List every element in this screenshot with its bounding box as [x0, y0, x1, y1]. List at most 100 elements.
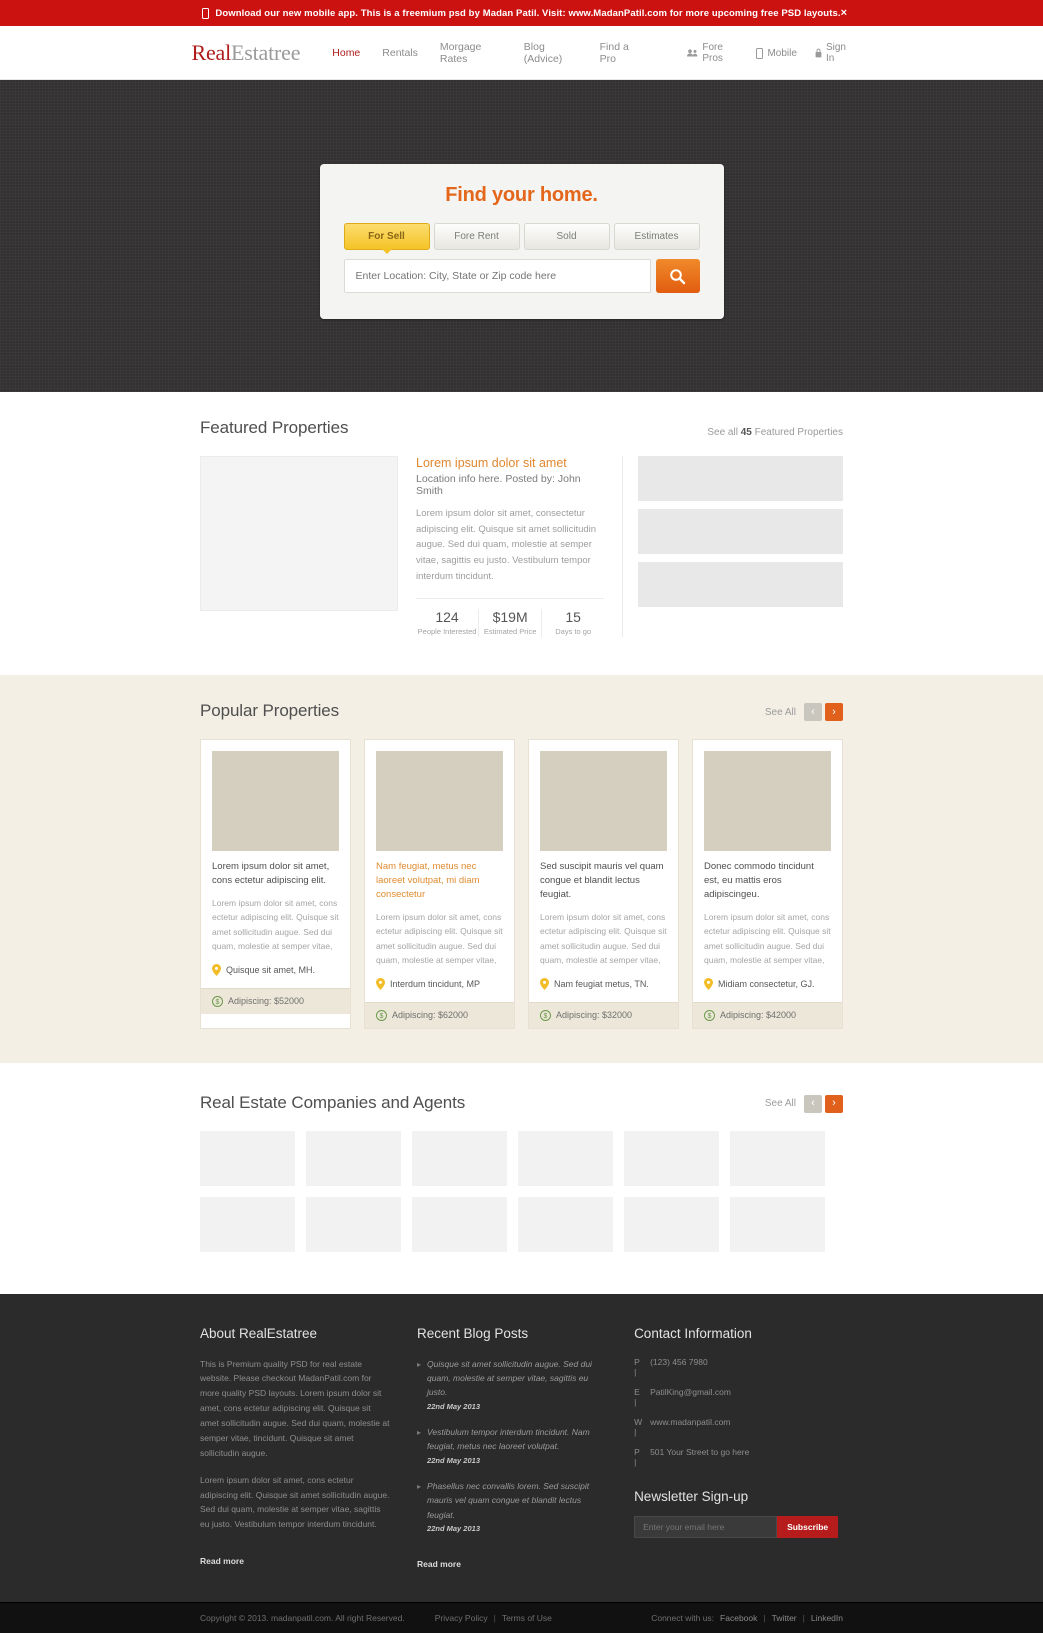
footer-contact-title: Contact Information [634, 1325, 752, 1341]
bullet-icon: ▸ [417, 1359, 422, 1369]
utility-navigation: Fore Pros Mobile Sign In [687, 42, 851, 64]
footer-about-title: About RealEstatree [200, 1325, 318, 1341]
nav-item-rentals[interactable]: Rentals [382, 47, 418, 59]
contact-row-phone: P | (123) 456 7980 [634, 1357, 843, 1377]
company-logo[interactable] [624, 1130, 719, 1186]
nav-item-mobile[interactable]: Mobile [756, 47, 797, 59]
nav-item-sign-in[interactable]: Sign In [815, 42, 852, 64]
linkedin-link[interactable]: LinkedIn [811, 1613, 843, 1623]
company-logo[interactable] [306, 1196, 401, 1252]
property-card-title: Sed suscipit mauris vel quam congue et b… [540, 861, 664, 901]
property-card-title: Lorem ipsum dolor sit amet, cons ectetur… [212, 861, 330, 887]
property-card[interactable]: Nam feugiat, metus nec laoreet volutpat,… [364, 739, 515, 1029]
svg-text:$: $ [216, 999, 220, 1006]
property-card-price-label: Adipiscing: $52000 [228, 996, 305, 1007]
dollar-coin-icon: $ [376, 1009, 387, 1021]
property-card-price-label: Adipiscing: $32000 [556, 1010, 633, 1021]
property-card-description: Lorem ipsum dolor sit amet, cons ectetur… [704, 911, 831, 966]
blog-post-item[interactable]: ▸ Quisque sit amet sollicitudin augue. S… [417, 1357, 608, 1411]
nav-item-find-a-pro[interactable]: Find a Pro [600, 41, 642, 65]
chevron-left-icon[interactable]: ‹ [804, 1094, 822, 1113]
privacy-policy-link[interactable]: Privacy Policy [435, 1613, 488, 1623]
featured-thumbnail[interactable] [638, 456, 843, 501]
featured-thumbnail[interactable] [638, 562, 843, 607]
bullet-icon: ▸ [417, 1481, 422, 1491]
close-icon[interactable]: × [841, 7, 847, 19]
search-input[interactable] [343, 259, 651, 293]
footer-blog-column: Recent Blog Posts ▸ Quisque sit amet sol… [417, 1326, 634, 1573]
see-all-featured-link[interactable]: See all 45 Featured Properties [707, 427, 843, 438]
copyright-text: Copyright © 2013. madanpatil.com. All ri… [200, 1613, 405, 1624]
see-all-popular-link[interactable]: See All [765, 707, 796, 718]
terms-of-use-link[interactable]: Terms of Use [502, 1613, 552, 1623]
company-logo[interactable] [518, 1130, 613, 1186]
chevron-left-icon[interactable]: ‹ [804, 703, 822, 722]
property-card[interactable]: Sed suscipit mauris vel quam congue et b… [528, 739, 679, 1029]
stat-value: 15 [565, 609, 581, 626]
mobile-icon [756, 47, 764, 59]
property-card-location-label: Interdum tincidunt, MP [390, 978, 481, 989]
svg-text:$: $ [380, 1013, 384, 1020]
footer-contact-column: Contact Information P | (123) 456 7980 E… [634, 1326, 843, 1573]
twitter-link[interactable]: Twitter [772, 1613, 797, 1623]
property-card[interactable]: Lorem ipsum dolor sit amet, cons ectetur… [200, 739, 351, 1029]
company-logo[interactable] [730, 1196, 825, 1252]
company-logo[interactable] [306, 1130, 401, 1186]
tab-for-sell[interactable]: For Sell [343, 223, 430, 254]
site-logo[interactable]: RealEstatree [192, 40, 301, 66]
search-submit-button[interactable] [655, 259, 700, 293]
stat-estimated-price: $19M Estimated Price [479, 609, 543, 638]
company-logo[interactable] [518, 1196, 613, 1252]
svg-text:$: $ [708, 1013, 712, 1020]
nav-item-home[interactable]: Home [332, 47, 360, 59]
chevron-right-icon[interactable]: › [825, 703, 843, 722]
featured-property-subtitle: Location info here. Posted by: John Smit… [416, 473, 581, 497]
see-all-prefix: See all [707, 427, 741, 438]
map-pin-icon [212, 963, 221, 976]
property-card-description: Lorem ipsum dolor sit amet, cons ectetur… [376, 911, 503, 966]
nav-item-fore-pros-label: Fore Pros [702, 42, 723, 64]
blog-post-item[interactable]: ▸ Phasellus nec convallis lorem. Sed sus… [417, 1479, 608, 1533]
companies-agents-section: Real Estate Companies and Agents See All… [0, 1063, 1043, 1294]
popular-properties-section: Popular Properties See All ‹ › Lorem ips… [0, 675, 1043, 1063]
featured-property-image[interactable] [200, 456, 399, 611]
blog-post-item[interactable]: ▸ Vestibulum tempor interdum tincidunt. … [417, 1425, 608, 1465]
tab-estimates[interactable]: Estimates [613, 223, 700, 250]
facebook-link[interactable]: Facebook [720, 1613, 757, 1623]
featured-property-title[interactable]: Lorem ipsum dolor sit amet [416, 456, 604, 470]
property-card-image [212, 751, 339, 852]
stat-value: $19M [492, 609, 528, 626]
newsletter-email-input[interactable] [634, 1515, 778, 1538]
property-card-location: Nam feugiat metus, TN. [540, 977, 667, 990]
property-card[interactable]: Donec commodo tincidunt est, eu mattis e… [692, 739, 843, 1029]
featured-property-description: Lorem ipsum dolor sit amet, consectetur … [416, 508, 597, 582]
featured-properties-section: Featured Properties See all 45 Featured … [0, 392, 1043, 667]
chevron-right-icon[interactable]: › [825, 1094, 843, 1113]
company-logo[interactable] [200, 1196, 295, 1252]
property-card-price: $ Adipiscing: $62000 [365, 1001, 514, 1028]
property-card-image [540, 751, 667, 852]
contact-key: P | [634, 1356, 640, 1377]
company-logo[interactable] [730, 1130, 825, 1186]
search-icon [669, 268, 686, 285]
nav-item-blog[interactable]: Blog (Advice) [524, 41, 578, 65]
featured-thumbnail[interactable] [638, 509, 843, 554]
company-logo[interactable] [412, 1130, 507, 1186]
contact-key: E | [634, 1386, 640, 1407]
company-logo[interactable] [624, 1196, 719, 1252]
popular-section-title: Popular Properties [200, 701, 339, 721]
company-logo[interactable] [412, 1196, 507, 1252]
dollar-coin-icon: $ [212, 995, 223, 1007]
see-all-companies-link[interactable]: See All [765, 1098, 796, 1109]
company-logo[interactable] [200, 1130, 295, 1186]
nav-item-fore-pros[interactable]: Fore Pros [687, 42, 738, 64]
tab-fore-rent[interactable]: Fore Rent [433, 223, 520, 250]
newsletter-subscribe-button[interactable]: Subscribe [777, 1515, 839, 1538]
property-card-description: Lorem ipsum dolor sit amet, cons ectetur… [540, 911, 667, 966]
tab-sold[interactable]: Sold [523, 223, 610, 250]
footer-about-read-more-link[interactable]: Read more [200, 1556, 244, 1566]
nav-item-morgage-rates[interactable]: Morgage Rates [440, 41, 502, 65]
mobile-phone-icon [202, 7, 210, 19]
blog-post-date: 22nd May 2013 [427, 1524, 480, 1534]
footer-blog-read-more-link[interactable]: Read more [417, 1559, 461, 1569]
